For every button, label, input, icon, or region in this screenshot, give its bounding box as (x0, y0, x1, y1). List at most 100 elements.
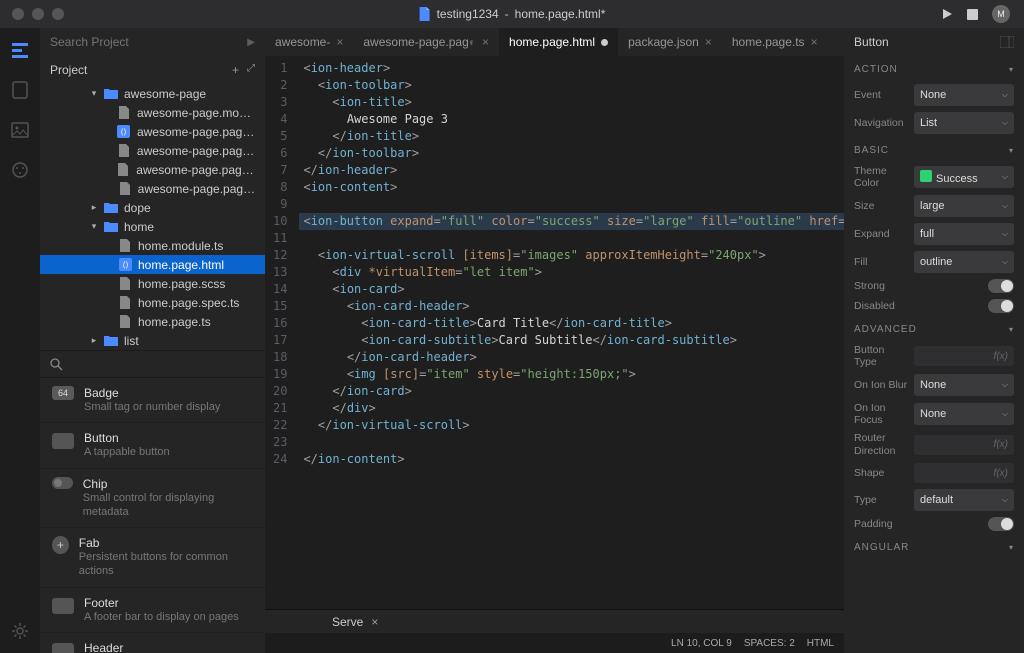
prop-expand: Expand full⌵ (844, 220, 1024, 248)
project-label: Project (50, 63, 87, 77)
router-input[interactable]: f(x) (914, 435, 1014, 455)
prop-strong: Strong (844, 276, 1024, 296)
chevron-down-icon: ▾ (1009, 146, 1014, 155)
prop-shape: Shape f(x) (844, 460, 1024, 486)
component-fab[interactable]: +FabPersistent buttons for common action… (40, 528, 265, 588)
strong-toggle[interactable] (988, 279, 1014, 293)
section-angular[interactable]: ANGULAR▾ (844, 534, 1024, 559)
tree-item-awesome-page-module-ts[interactable]: awesome-page.module.ts (40, 103, 265, 122)
layout-icon[interactable] (1000, 36, 1014, 48)
app-icon[interactable] (10, 80, 30, 100)
button-type-input[interactable]: f(x) (914, 346, 1014, 366)
focus-select[interactable]: None⌵ (914, 403, 1014, 425)
image-icon[interactable] (10, 120, 30, 140)
palette-icon[interactable] (10, 160, 30, 180)
tree-item-home-page-ts[interactable]: home.page.ts (40, 312, 265, 331)
prop-on-ion-focus: On Ion Focus None⌵ (844, 399, 1024, 429)
component-header[interactable]: HeaderA header bar for navigation and cu… (40, 633, 265, 653)
theme-color-select[interactable]: Success⌵ (914, 166, 1014, 188)
maximize-window[interactable] (52, 8, 64, 20)
prop-padding: Padding (844, 514, 1024, 534)
tree-item-home-module-ts[interactable]: home.module.ts (40, 236, 265, 255)
component-button[interactable]: ButtonA tappable button (40, 423, 265, 468)
document-icon (419, 7, 431, 21)
title-project: testing1234 (437, 7, 499, 21)
blur-select[interactable]: None⌵ (914, 374, 1014, 396)
tree-item-awesome-page-page-spec-ts[interactable]: awesome-page.page.spec.ts (40, 160, 265, 179)
terminal-tab-label: Serve (332, 615, 363, 629)
component-chip[interactable]: ChipSmall control for displaying metadat… (40, 469, 265, 529)
section-advanced[interactable]: ADVANCED▾ (844, 316, 1024, 341)
prop-size: Size large⌵ (844, 192, 1024, 220)
navigation-select[interactable]: List⌵ (914, 112, 1014, 134)
tab-awesome-page-pag[interactable]: awesome-page.pag◐× (353, 28, 499, 56)
tree-item-dope[interactable]: ▸dope (40, 198, 265, 217)
play-small-icon[interactable]: ▶ (247, 37, 255, 48)
tab-awesome-[interactable]: awesome-× (265, 28, 353, 56)
tree-item-home-page-scss[interactable]: home.page.scss (40, 274, 265, 293)
inspector-header: Button (844, 28, 1024, 56)
title-file: home.page.html* (515, 7, 606, 21)
code-content[interactable]: <ion-header> <ion-toolbar> <ion-title> A… (299, 56, 844, 609)
file-tree: ▾awesome-pageawesome-page.module.ts⟨⟩awe… (40, 84, 265, 350)
component-footer[interactable]: FooterA footer bar to display on pages (40, 588, 265, 633)
tab-home-page-html[interactable]: home.page.html (499, 28, 618, 56)
components-list: 64BadgeSmall tag or number displayButton… (40, 378, 265, 653)
tab-package-json[interactable]: package.json× (618, 28, 722, 56)
tree-item-awesome-page-page-html[interactable]: ⟨⟩awesome-page.page.html (40, 122, 265, 141)
line-gutter: 123456789101112131415161718192021222324 (265, 56, 299, 609)
search-project[interactable]: ▶ (40, 28, 265, 56)
play-icon[interactable] (941, 8, 953, 20)
tree-item-awesome-page[interactable]: ▾awesome-page (40, 84, 265, 103)
tree-item-awesome-page-page-ts[interactable]: awesome-page.page.ts (40, 179, 265, 198)
size-select[interactable]: large⌵ (914, 195, 1014, 217)
inspector-title: Button (854, 35, 889, 49)
prop-disabled: Disabled (844, 296, 1024, 316)
disabled-toggle[interactable] (988, 299, 1014, 313)
tree-item-home-page-spec-ts[interactable]: home.page.spec.ts (40, 293, 265, 312)
cursor-position[interactable]: LN 10, COL 9 (671, 638, 732, 649)
tree-item-list[interactable]: ▸list (40, 331, 265, 350)
expand-select[interactable]: full⌵ (914, 223, 1014, 245)
component-badge[interactable]: 64BadgeSmall tag or number display (40, 378, 265, 423)
activity-bar (0, 28, 40, 653)
fill-select[interactable]: outline⌵ (914, 251, 1014, 273)
close-window[interactable] (12, 8, 24, 20)
close-icon[interactable]: × (371, 615, 378, 629)
editor-area: awesome-×awesome-page.pag◐×home.page.htm… (265, 28, 844, 653)
prop-fill: Fill outline⌵ (844, 248, 1024, 276)
project-header: Project + ⤢ (40, 56, 265, 84)
prop-button-type: Button Type f(x) (844, 341, 1024, 371)
stop-icon[interactable] (967, 9, 978, 20)
tree-item-awesome-page-page-scss[interactable]: awesome-page.page.scss (40, 141, 265, 160)
titlebar: testing1234 - home.page.html* M (0, 0, 1024, 28)
settings-icon[interactable] (10, 621, 30, 641)
minimize-window[interactable] (32, 8, 44, 20)
section-action[interactable]: ACTION▾ (844, 56, 1024, 81)
padding-toggle[interactable] (988, 517, 1014, 531)
terminal-tab-serve[interactable]: Serve × (320, 610, 390, 633)
component-search[interactable] (40, 350, 265, 378)
terminal-tabs: Serve × (265, 609, 844, 633)
type-select[interactable]: default⌵ (914, 489, 1014, 511)
shape-input[interactable]: f(x) (914, 463, 1014, 483)
event-select[interactable]: None⌵ (914, 84, 1014, 106)
user-avatar[interactable]: M (992, 5, 1010, 23)
code-editor[interactable]: 123456789101112131415161718192021222324 … (265, 56, 844, 609)
language-mode[interactable]: HTML (807, 638, 834, 649)
collapse-icon[interactable]: ⤢ (247, 63, 255, 77)
inspector-panel: Button ACTION▾ Event None⌵ Navigation Li… (844, 28, 1024, 653)
add-icon[interactable]: + (232, 63, 239, 77)
svg-text:⟨⟩: ⟨⟩ (122, 261, 128, 270)
prop-on-ion-blur: On Ion Blur None⌵ (844, 371, 1024, 399)
window-title: testing1234 - home.page.html* (419, 7, 606, 21)
tree-item-home[interactable]: ▾home (40, 217, 265, 236)
tab-home-page-ts[interactable]: home.page.ts× (722, 28, 828, 56)
chevron-down-icon: ▾ (1009, 543, 1014, 552)
tree-item-home-page-html[interactable]: ⟨⟩home.page.html (40, 255, 265, 274)
project-icon[interactable] (10, 40, 30, 60)
search-input[interactable] (50, 35, 241, 49)
status-bar: LN 10, COL 9 SPACES: 2 HTML (265, 633, 844, 653)
section-basic[interactable]: BASIC▾ (844, 137, 1024, 162)
indent-setting[interactable]: SPACES: 2 (744, 638, 795, 649)
